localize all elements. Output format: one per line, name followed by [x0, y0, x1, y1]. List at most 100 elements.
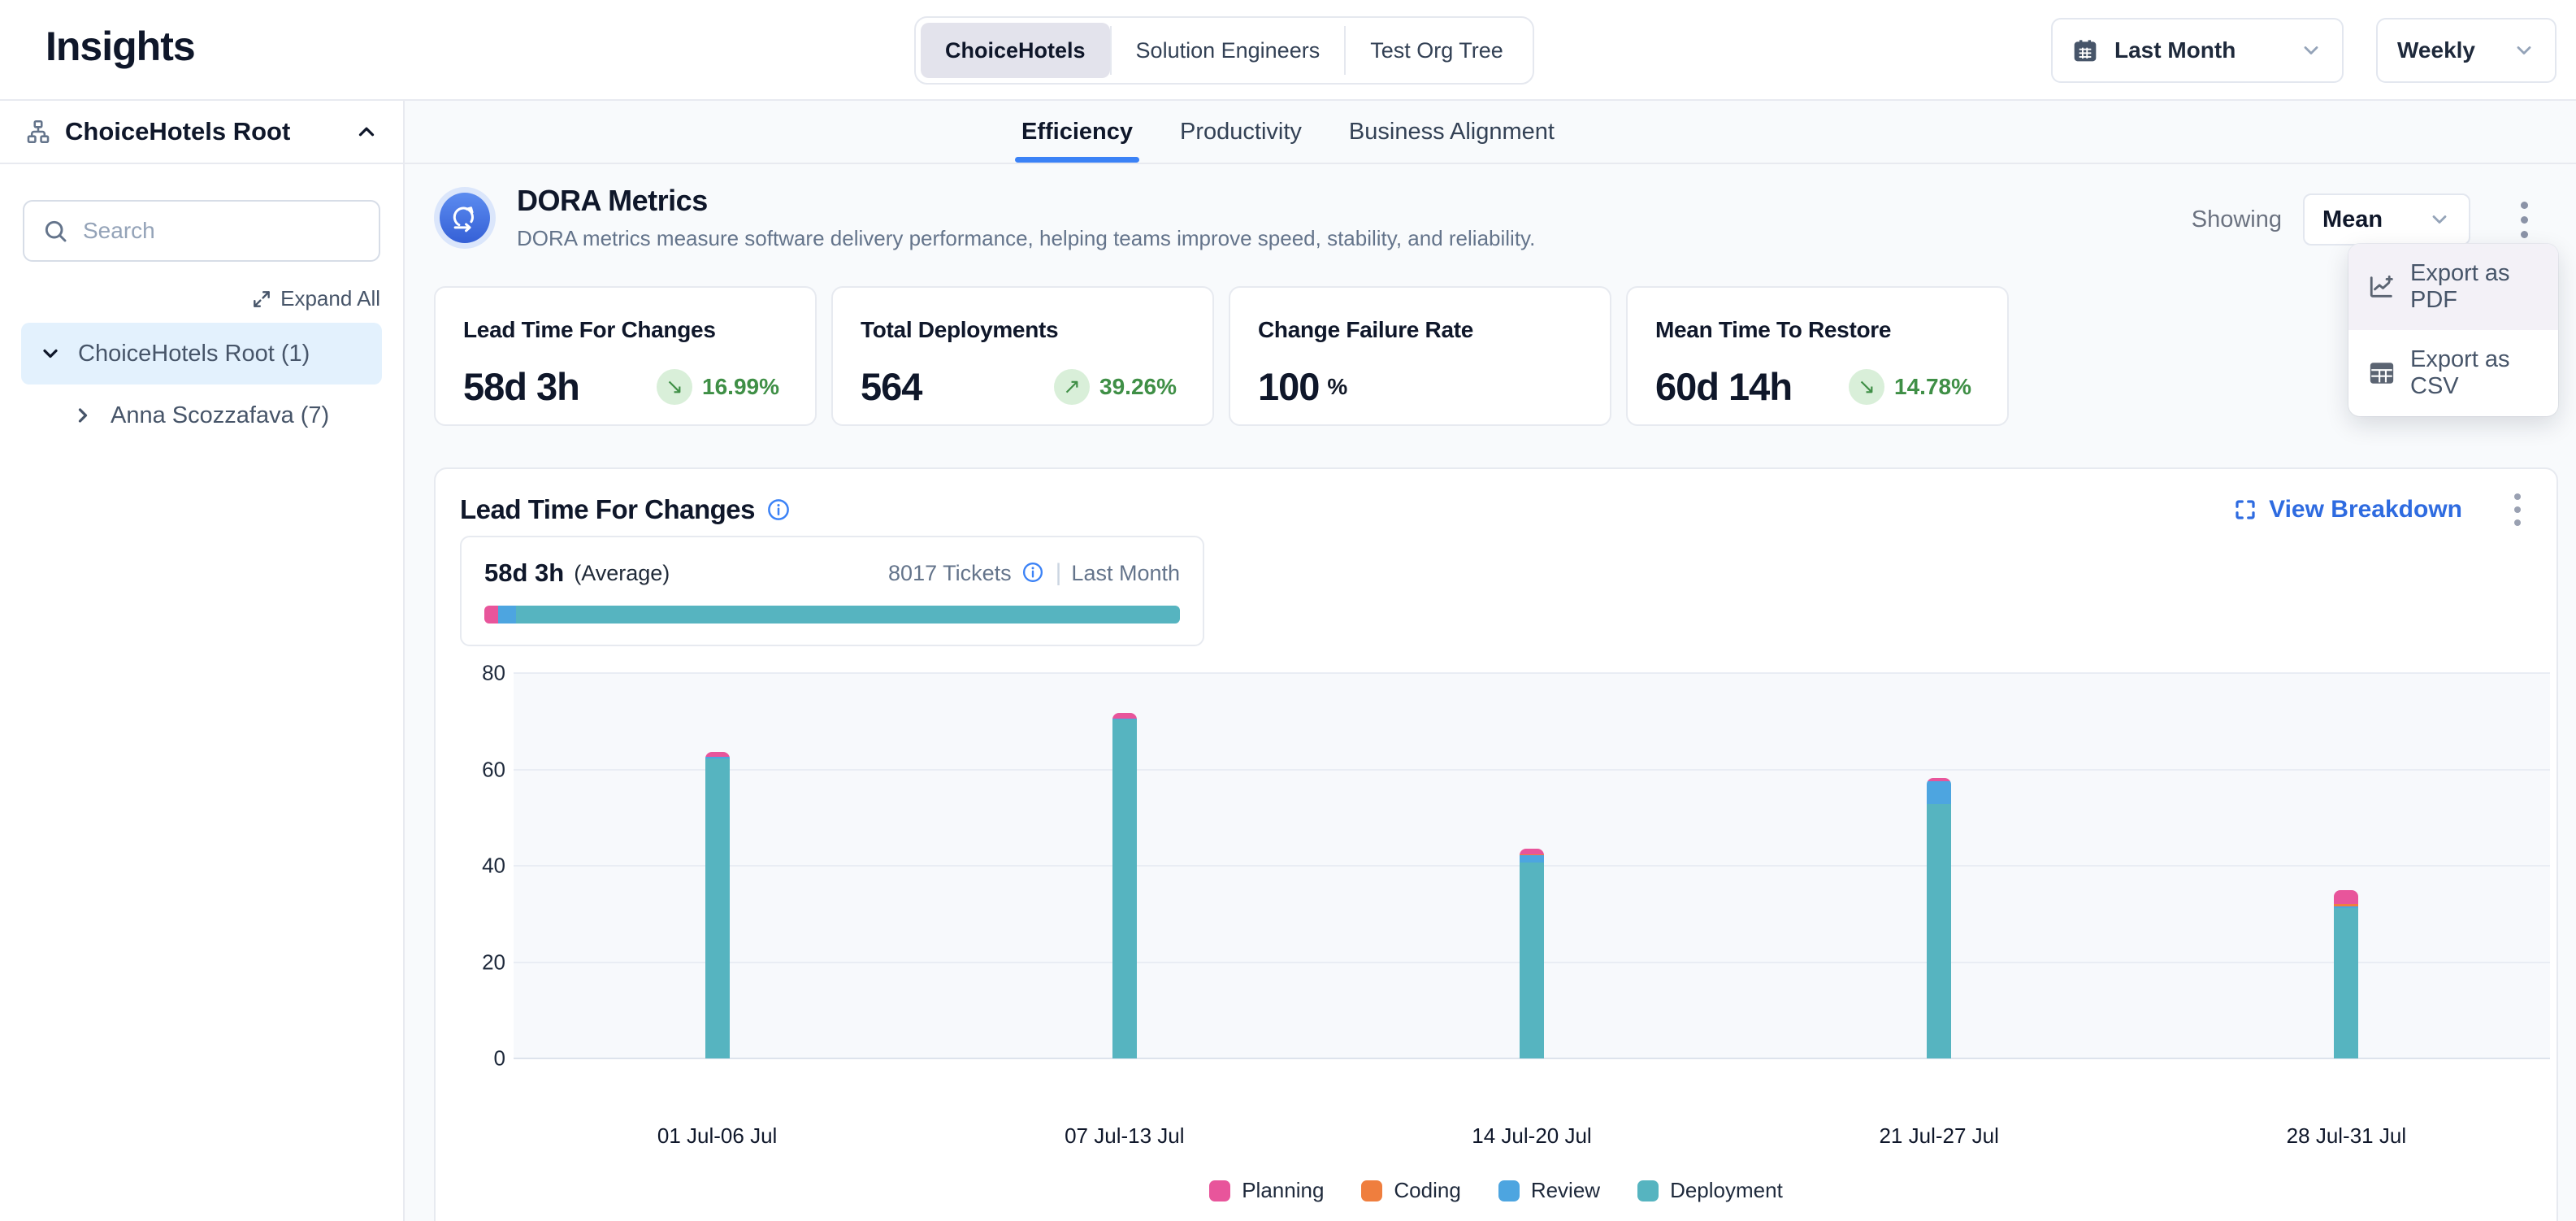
- bar-segment-planning: [1112, 713, 1137, 719]
- legend-swatch: [1498, 1180, 1520, 1201]
- card-mean-time-to-restore: Mean Time To Restore 60d 14h ↘ 14.78%: [1626, 286, 2009, 426]
- metric-cards: Lead Time For Changes 58d 3h ↘ 16.99% To…: [434, 286, 2009, 426]
- dora-header: DORA Metrics DORA metrics measure softwa…: [434, 184, 1535, 251]
- main-panel: Efficiency Productivity Business Alignme…: [405, 101, 2576, 1221]
- legend-swatch: [1209, 1180, 1230, 1201]
- org-tree: ChoiceHotels Root (1) Anna Scozzafava (7…: [21, 323, 382, 446]
- legend-item-review[interactable]: Review: [1498, 1178, 1600, 1203]
- legend-label: Coding: [1394, 1178, 1460, 1203]
- page-title: Insights: [46, 23, 195, 70]
- card-title: Total Deployments: [861, 317, 1185, 343]
- date-range-select[interactable]: Last Month: [2051, 18, 2344, 83]
- chart-section-title: Lead Time For Changes: [460, 494, 791, 525]
- chart-y-axis: 020406080: [436, 673, 505, 1058]
- calendar-icon: [2072, 37, 2098, 63]
- chart-legend: Planning Coding Review Deployment: [436, 1178, 2556, 1203]
- export-pdf-item[interactable]: Export as PDF: [2348, 244, 2558, 330]
- aggregation-value: Mean: [2322, 206, 2383, 233]
- info-icon[interactable]: [1021, 561, 1046, 585]
- chevron-up-icon[interactable]: [354, 119, 379, 144]
- dora-cycle-icon: [434, 187, 496, 249]
- org-hierarchy-icon: [24, 118, 52, 146]
- arrow-down-right-icon: ↘: [1849, 369, 1884, 405]
- x-tick-label: 28 Jul-31 Jul: [2287, 1123, 2406, 1149]
- chevron-down-icon: [2513, 39, 2535, 62]
- tree-search[interactable]: [23, 200, 380, 262]
- x-tick-label: 01 Jul-06 Jul: [657, 1123, 777, 1149]
- tab-efficiency[interactable]: Efficiency: [1021, 101, 1133, 163]
- bar-21 Jul-27 Jul: [1927, 778, 1951, 1058]
- dora-description: DORA metrics measure software delivery p…: [517, 226, 1535, 251]
- average-label: (Average): [574, 561, 670, 586]
- org-tab-choicehotels[interactable]: ChoiceHotels: [921, 23, 1110, 78]
- gridline: [514, 672, 2550, 674]
- legend-label: Planning: [1242, 1178, 1324, 1203]
- legend-item-deployment[interactable]: Deployment: [1637, 1178, 1783, 1203]
- view-breakdown-button[interactable]: View Breakdown: [2233, 496, 2462, 524]
- insights-app: Insights ChoiceHotels Solution Engineers…: [0, 0, 2576, 1221]
- bar-segment-deployment: [705, 758, 730, 1058]
- delta-value: 39.26%: [1099, 374, 1177, 400]
- export-pdf-label: Export as PDF: [2410, 260, 2539, 314]
- legend-label: Deployment: [1670, 1178, 1783, 1203]
- chevron-right-icon[interactable]: [72, 404, 94, 427]
- dora-more-menu-button[interactable]: [2508, 197, 2540, 242]
- legend-swatch: [1361, 1180, 1382, 1201]
- granularity-value: Weekly: [2397, 37, 2475, 63]
- y-tick-label: 60: [482, 757, 505, 782]
- tree-item-label: Anna Scozzafava (7): [111, 402, 329, 429]
- card-value: 58d 3h: [463, 364, 579, 409]
- org-switcher: ChoiceHotels Solution Engineers Test Org…: [914, 16, 1534, 85]
- bar-14 Jul-20 Jul: [1520, 849, 1544, 1058]
- tab-productivity[interactable]: Productivity: [1180, 101, 1302, 163]
- y-tick-label: 0: [494, 1046, 505, 1071]
- tree-item-anna-scozzafava[interactable]: Anna Scozzafava (7): [54, 385, 382, 446]
- org-tab-test-org-tree[interactable]: Test Org Tree: [1346, 23, 1528, 78]
- chart-more-menu-button[interactable]: [2503, 489, 2532, 531]
- expand-all-label: Expand All: [280, 286, 380, 311]
- bar-segment-deployment: [1927, 804, 1951, 1058]
- date-range-value: Last Month: [2114, 37, 2236, 63]
- divider: |: [1056, 559, 1062, 587]
- distribution-segment-planning: [484, 606, 498, 624]
- tree-item-choicehotels-root[interactable]: ChoiceHotels Root (1): [21, 323, 382, 385]
- search-input[interactable]: [83, 218, 361, 244]
- bar-07 Jul-13 Jul: [1112, 713, 1137, 1058]
- granularity-select[interactable]: Weekly: [2376, 18, 2556, 83]
- chevron-down-icon: [2300, 39, 2322, 62]
- average-stat-box: 58d 3h (Average) 8017 Tickets | Last Mon…: [460, 536, 1204, 646]
- export-csv-item[interactable]: Export as CSV: [2348, 330, 2558, 416]
- expand-all-button[interactable]: Expand All: [23, 286, 380, 311]
- chevron-down-icon: [2428, 208, 2451, 231]
- org-tab-solution-engineers[interactable]: Solution Engineers: [1112, 23, 1345, 78]
- delta-value: 14.78%: [1894, 374, 1971, 400]
- y-tick-label: 80: [482, 661, 505, 686]
- aggregation-select[interactable]: Mean: [2303, 193, 2470, 246]
- sidebar-header[interactable]: ChoiceHotels Root: [0, 101, 403, 164]
- bar-segment-deployment: [1112, 719, 1137, 1058]
- distribution-segment-review: [498, 606, 515, 624]
- chevron-down-icon[interactable]: [39, 342, 62, 365]
- legend-item-planning[interactable]: Planning: [1209, 1178, 1324, 1203]
- average-value: 58d 3h: [484, 558, 564, 588]
- period-label: Last Month: [1071, 561, 1180, 586]
- info-icon[interactable]: [766, 498, 791, 522]
- org-tree-sidebar: ChoiceHotels Root Expand All ChoiceHotel…: [0, 101, 405, 1221]
- card-total-deployments: Total Deployments 564 ↗ 39.26%: [831, 286, 1214, 426]
- legend-label: Review: [1531, 1178, 1600, 1203]
- card-value: 564: [861, 364, 922, 409]
- bar-segment-deployment: [2334, 908, 2358, 1058]
- export-menu: Export as PDF Export as CSV: [2348, 244, 2558, 416]
- bar-segment-review: [1927, 781, 1951, 804]
- card-value: 100: [1258, 364, 1319, 409]
- dora-header-text: DORA Metrics DORA metrics measure softwa…: [517, 184, 1535, 251]
- legend-item-coding[interactable]: Coding: [1361, 1178, 1460, 1203]
- legend-swatch: [1637, 1180, 1659, 1201]
- card-title: Change Failure Rate: [1258, 317, 1582, 343]
- chart-x-axis: 01 Jul-06 Jul07 Jul-13 Jul14 Jul-20 Jul2…: [514, 1123, 2550, 1156]
- card-title: Mean Time To Restore: [1655, 317, 1980, 343]
- view-breakdown-label: View Breakdown: [2269, 496, 2462, 524]
- tab-business-alignment[interactable]: Business Alignment: [1349, 101, 1555, 163]
- export-csv-label: Export as CSV: [2410, 346, 2539, 400]
- bar-segment-review: [1520, 855, 1544, 863]
